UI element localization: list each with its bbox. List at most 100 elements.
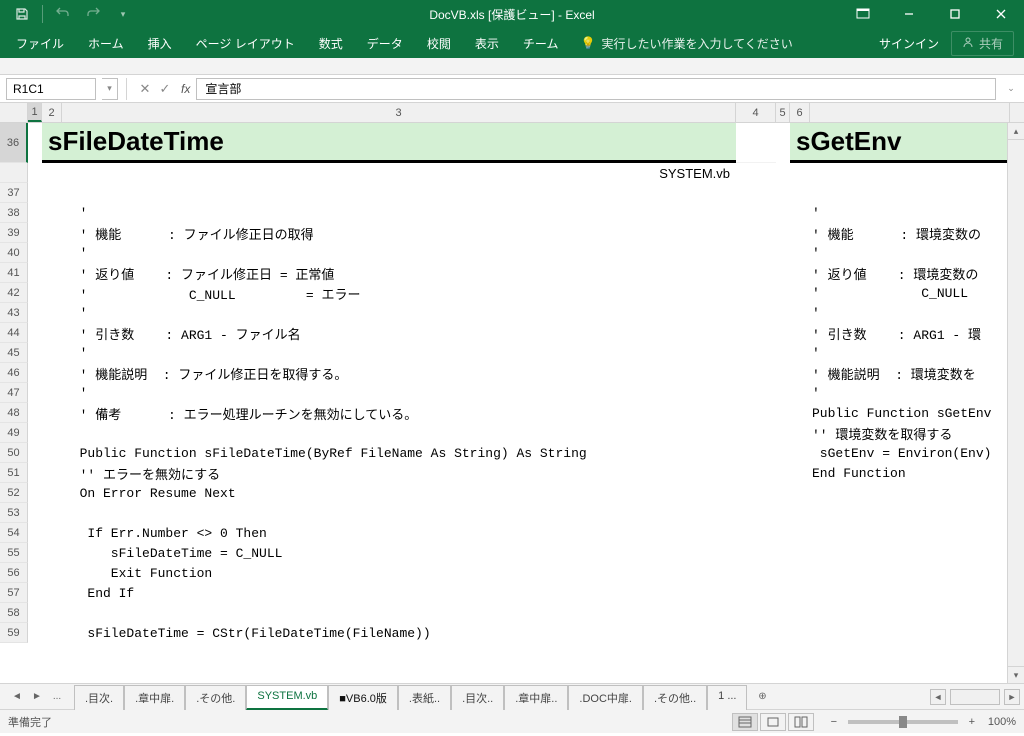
code-cell[interactable] [62,603,736,623]
row-header[interactable]: 43 [0,303,28,323]
row-header[interactable]: 51 [0,463,28,483]
row-header[interactable]: 46 [0,363,28,383]
tab-data[interactable]: データ [355,28,415,58]
code-cell[interactable]: End If [62,583,736,603]
code-cell[interactable]: ' [810,243,1010,263]
code-cell[interactable]: ' [810,343,1010,363]
code-cell[interactable]: ' 備考 : エラー処理ルーチンを無効にしている。 [62,403,736,423]
code-cell[interactable]: On Error Resume Next [62,483,736,503]
section-title-left[interactable]: sFileDateTime [42,123,736,163]
column-header-6[interactable]: 6 [790,103,810,122]
sheet-tab[interactable]: .その他.. [643,685,707,710]
sheet-tab[interactable]: ■VB6.0版 [328,685,398,710]
tab-review[interactable]: 校閲 [415,28,463,58]
row-header[interactable]: 38 [0,203,28,223]
tab-view[interactable]: 表示 [463,28,511,58]
code-cell[interactable]: ' C_NULL [810,283,1010,303]
code-cell[interactable]: ' 引き数 : ARG1 - ファイル名 [62,323,736,343]
vertical-scrollbar[interactable]: ▴ ▾ [1007,123,1024,683]
signin-link[interactable]: サインイン [879,35,939,52]
row-header[interactable]: 37 [0,183,28,203]
row-header[interactable]: 55 [0,543,28,563]
zoom-percent[interactable]: 100% [988,716,1016,728]
code-cell[interactable]: ' 機能 : ファイル修正日の取得 [62,223,736,243]
column-header-4[interactable]: 4 [736,103,776,122]
tab-team[interactable]: チーム [511,28,571,58]
sheet-tab[interactable]: .章中扉. [124,685,185,710]
sheet-tab[interactable]: .表紙.. [398,685,451,710]
view-pagebreak-icon[interactable] [788,713,814,731]
code-cell[interactable]: ' [62,203,736,223]
zoom-slider[interactable] [848,720,958,724]
code-cell[interactable] [810,583,1010,603]
row-header[interactable]: 56 [0,563,28,583]
view-normal-icon[interactable] [732,713,758,731]
code-cell[interactable] [810,483,1010,503]
maximize-icon[interactable] [932,0,978,28]
column-header-5[interactable]: 5 [776,103,790,122]
sheet-tab[interactable]: .目次. [74,685,124,710]
row-header[interactable]: 49 [0,423,28,443]
code-cell[interactable]: '' エラーを無効にする [62,463,736,483]
expand-formula-bar-icon[interactable]: ⌄ [1002,78,1020,100]
row-header[interactable]: 53 [0,503,28,523]
zoom-in-icon[interactable]: + [964,714,980,730]
code-cell[interactable]: End Function [810,463,1010,483]
horizontal-scrollbar[interactable] [950,689,1000,705]
row-header[interactable] [0,163,28,183]
row-header[interactable]: 54 [0,523,28,543]
minimize-icon[interactable] [886,0,932,28]
column-header-3[interactable]: 3 [62,103,736,122]
new-sheet-icon[interactable]: ⊕ [753,688,771,706]
formula-input[interactable]: 宣言部 [196,78,996,100]
sheet-tab[interactable]: 1 ... [707,685,747,710]
row-header[interactable]: 52 [0,483,28,503]
name-box[interactable]: R1C1 [6,78,96,100]
code-cell[interactable]: ' [810,383,1010,403]
row-header[interactable]: 57 [0,583,28,603]
code-cell[interactable] [810,603,1010,623]
tab-formulas[interactable]: 数式 [307,28,355,58]
code-cell[interactable]: ' 引き数 : ARG1 - 環 [810,323,1010,343]
row-header[interactable]: 48 [0,403,28,423]
section-title-right[interactable]: sGetEnv [790,123,1010,163]
select-all-corner[interactable] [0,103,28,122]
sheet-tab[interactable]: .章中扉.. [504,685,568,710]
code-cell[interactable] [810,523,1010,543]
row-header[interactable]: 40 [0,243,28,263]
redo-icon[interactable] [79,2,107,26]
code-cell[interactable] [810,543,1010,563]
hscroll-left-icon[interactable]: ◄ [930,689,946,705]
column-header-1[interactable]: 1 [28,103,42,122]
code-cell[interactable]: ' 機能 : 環境変数の [810,223,1010,243]
tab-insert[interactable]: 挿入 [136,28,184,58]
system-label[interactable]: SYSTEM.vb [62,163,736,183]
tab-nav-prev-icon[interactable]: ◄ [8,688,26,706]
code-cell[interactable]: '' 環境変数を取得する [810,423,1010,443]
hscroll-right-icon[interactable]: ► [1004,689,1020,705]
zoom-out-icon[interactable]: − [826,714,842,730]
fx-icon[interactable]: fx [175,82,196,96]
row-header[interactable]: 45 [0,343,28,363]
code-cell[interactable]: ' [62,343,736,363]
ribbon-display-icon[interactable] [840,0,886,28]
code-cell[interactable] [810,563,1010,583]
code-cell[interactable]: sFileDateTime = CStr(FileDateTime(FileNa… [62,623,736,643]
row-header[interactable]: 50 [0,443,28,463]
code-cell[interactable]: If Err.Number <> 0 Then [62,523,736,543]
sheet-tab[interactable]: .目次.. [451,685,504,710]
code-cell[interactable] [62,503,736,523]
view-pagelayout-icon[interactable] [760,713,786,731]
code-cell[interactable] [810,183,1010,203]
row-header[interactable]: 42 [0,283,28,303]
code-cell[interactable]: ' 返り値 : ファイル修正日 = 正常値 [62,263,736,283]
sheet-tab[interactable]: .DOC中扉. [568,685,643,710]
row-header[interactable]: 47 [0,383,28,403]
code-cell[interactable]: ' [810,203,1010,223]
scroll-up-icon[interactable]: ▴ [1008,123,1024,140]
code-cell[interactable]: ' C_NULL = エラー [62,283,736,303]
scroll-down-icon[interactable]: ▾ [1008,666,1024,683]
column-header-7[interactable] [810,103,1010,122]
code-cell[interactable] [62,183,736,203]
code-cell[interactable]: ' 返り値 : 環境変数の [810,263,1010,283]
